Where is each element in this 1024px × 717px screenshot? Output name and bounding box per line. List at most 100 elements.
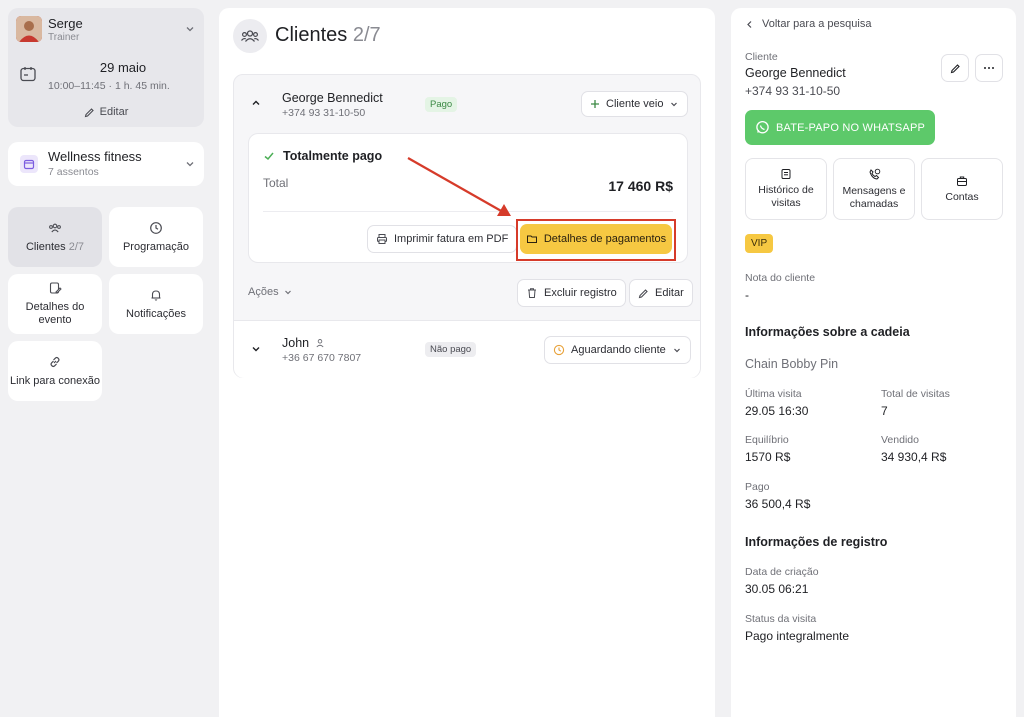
chevron-down-icon[interactable] bbox=[250, 343, 262, 355]
chevron-down-icon[interactable] bbox=[184, 23, 196, 35]
client-name: George Bennedict bbox=[745, 66, 846, 80]
delete-record-label: Excluir registro bbox=[544, 287, 617, 299]
payment-details-label: Detalhes de pagamentos bbox=[543, 233, 667, 245]
whatsapp-icon bbox=[755, 120, 770, 135]
payment-status-title: Totalmente pago bbox=[283, 149, 383, 163]
avatar bbox=[16, 16, 42, 42]
chevron-down-icon bbox=[672, 345, 682, 355]
tab-schedule-label: Programação bbox=[122, 240, 190, 253]
tab-event-details[interactable]: Detalhes do evento bbox=[8, 274, 102, 334]
paid-label: Pago bbox=[745, 481, 770, 493]
pencil-icon bbox=[84, 107, 95, 118]
plus-icon bbox=[590, 99, 600, 109]
chevron-left-icon bbox=[745, 20, 754, 29]
payment-details-button[interactable]: Detalhes de pagamentos bbox=[520, 224, 672, 254]
venue-seats: 7 assentos bbox=[48, 166, 99, 178]
clock-icon bbox=[149, 221, 163, 235]
delete-record-button[interactable]: Excluir registro bbox=[517, 279, 626, 307]
client-name[interactable]: John bbox=[282, 336, 309, 350]
registration-heading: Informações de registro bbox=[745, 535, 888, 549]
chain-name: Chain Bobby Pin bbox=[745, 357, 839, 371]
edit-schedule-button[interactable]: Editar bbox=[8, 106, 204, 118]
sold-value: 34 930,4 R$ bbox=[881, 450, 947, 464]
edit-doc-icon bbox=[48, 281, 62, 295]
tab-connection-link-label: Link para conexão bbox=[10, 374, 100, 387]
whatsapp-chat-button[interactable]: BATE-PAPO NO WHATSAPP bbox=[745, 110, 935, 145]
accounts-button[interactable]: Contas bbox=[921, 158, 1003, 220]
users-icon bbox=[48, 221, 62, 235]
client-phone: +374 93 31-10-50 bbox=[745, 84, 841, 98]
trash-icon bbox=[526, 287, 538, 299]
note-value: - bbox=[745, 288, 749, 302]
client-row[interactable]: John +36 67 670 7807 Não pago Aguardando… bbox=[234, 320, 700, 378]
last-visit-label: Última visita bbox=[745, 388, 802, 400]
total-visits-value: 7 bbox=[881, 404, 888, 418]
tab-notifications[interactable]: Notificações bbox=[109, 274, 203, 334]
edit-record-button[interactable]: Editar bbox=[629, 279, 693, 307]
venue-name: Wellness fitness bbox=[48, 149, 142, 164]
page-title-count: 2/7 bbox=[352, 24, 381, 46]
pencil-icon bbox=[950, 63, 961, 74]
actions-dropdown[interactable]: Ações bbox=[248, 286, 293, 298]
page-title-text: Clientes bbox=[275, 24, 348, 46]
history-icon bbox=[780, 168, 792, 180]
balance-value: 1570 R$ bbox=[745, 450, 791, 464]
tab-event-details-label: Detalhes do evento bbox=[25, 301, 85, 326]
status-badge: Não pago bbox=[425, 342, 477, 357]
visit-status-label: Status da visita bbox=[745, 613, 817, 625]
total-value: 17 460 R$ bbox=[608, 178, 673, 194]
client-status-dropdown[interactable]: Cliente veio bbox=[581, 91, 689, 117]
chevron-down-icon bbox=[283, 287, 293, 297]
print-invoice-button[interactable]: Imprimir fatura em PDF bbox=[367, 225, 518, 253]
tab-notifications-label: Notificações bbox=[126, 307, 186, 320]
clients-panel: Clientes 2/7 George Bennedict +374 93 31… bbox=[219, 8, 715, 717]
briefcase-icon bbox=[956, 175, 968, 187]
last-visit-value: 29.05 16:30 bbox=[745, 404, 809, 418]
back-to-search-link[interactable]: Voltar para a pesquisa bbox=[745, 18, 871, 30]
messages-calls-button[interactable]: Mensagens e chamadas bbox=[833, 158, 915, 220]
sold-label: Vendido bbox=[881, 434, 919, 446]
created-label: Data de criação bbox=[745, 566, 819, 578]
venue-selector[interactable]: Wellness fitness 7 assentos bbox=[8, 142, 204, 186]
clock-icon bbox=[553, 344, 565, 356]
pencil-icon bbox=[638, 288, 649, 299]
chevron-up-icon[interactable] bbox=[250, 97, 262, 109]
more-options-button[interactable] bbox=[975, 54, 1003, 82]
note-label: Nota do cliente bbox=[745, 272, 816, 284]
tab-clients-label: Clientes bbox=[25, 240, 66, 253]
client-status-dropdown[interactable]: Aguardando cliente bbox=[544, 336, 691, 364]
trainer-card: Serge Trainer 29 maio 10:00–11:45 · 1 h.… bbox=[8, 8, 204, 127]
users-icon bbox=[233, 19, 267, 53]
edit-record-label: Editar bbox=[655, 287, 684, 299]
chevron-down-icon bbox=[669, 99, 679, 109]
person-icon bbox=[315, 338, 325, 348]
client-phone: +36 67 670 7807 bbox=[282, 352, 362, 364]
status-badge: Pago bbox=[425, 97, 458, 112]
balance-label: Equilíbrio bbox=[745, 434, 789, 446]
tab-connection-link[interactable]: Link para conexão bbox=[8, 341, 102, 401]
visit-history-button[interactable]: Histórico de visitas bbox=[745, 158, 827, 220]
venue-calendar-icon bbox=[20, 155, 38, 173]
page-title: Clientes 2/7 bbox=[275, 24, 381, 47]
tab-schedule[interactable]: Programação bbox=[109, 207, 203, 267]
client-status-label: Aguardando cliente bbox=[571, 344, 666, 356]
client-status-label: Cliente veio bbox=[606, 98, 664, 110]
vip-tag: VIP bbox=[745, 234, 774, 253]
event-date: 29 maio bbox=[99, 60, 147, 75]
whatsapp-label: BATE-PAPO NO WHATSAPP bbox=[775, 121, 926, 134]
chain-heading: Informações sobre a cadeia bbox=[745, 325, 910, 339]
edit-label: Editar bbox=[99, 106, 129, 118]
edit-client-button[interactable] bbox=[941, 54, 969, 82]
client-phone: +374 93 31-10-50 bbox=[282, 107, 366, 119]
accounts-label: Contas bbox=[945, 190, 979, 203]
bell-icon bbox=[149, 288, 163, 302]
visit-status-value: Pago integralmente bbox=[745, 629, 850, 643]
messages-calls-label: Mensagens e chamadas bbox=[842, 184, 906, 210]
event-time: 10:00–11:45 · 1 h. 45 min. bbox=[48, 80, 170, 92]
total-label: Total bbox=[263, 176, 289, 190]
print-invoice-label: Imprimir fatura em PDF bbox=[394, 233, 509, 245]
total-visits-label: Total de visitas bbox=[881, 388, 950, 400]
client-name[interactable]: George Bennedict bbox=[282, 91, 383, 105]
paid-value: 36 500,4 R$ bbox=[745, 497, 811, 511]
tab-clients[interactable]: Clientes 2/7 bbox=[8, 207, 102, 267]
